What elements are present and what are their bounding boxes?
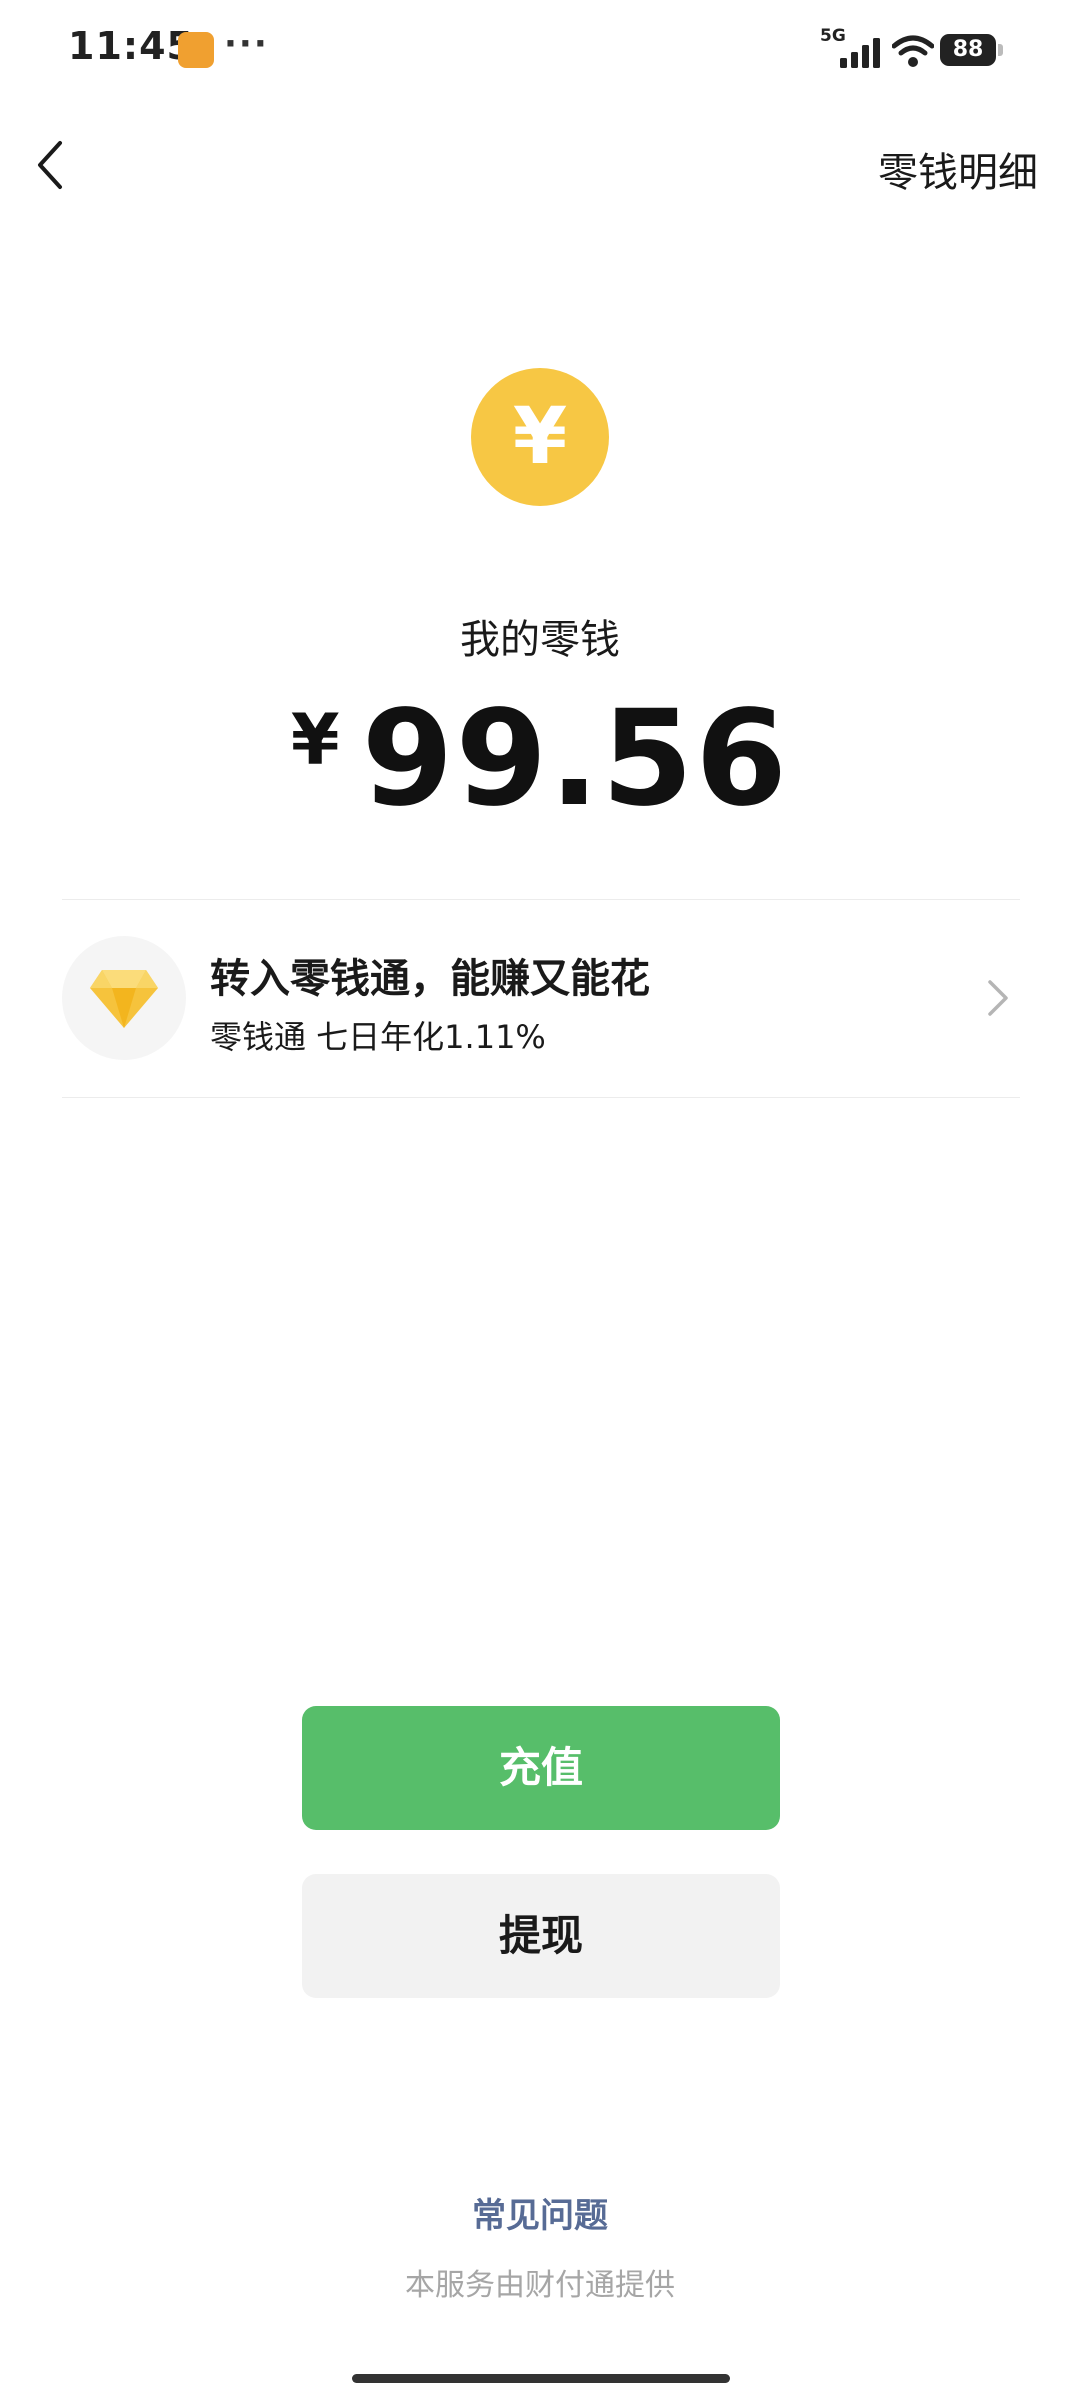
coin-icon: ¥: [471, 368, 609, 506]
promo-title: 转入零钱通，能赚又能花: [210, 956, 650, 1002]
promo-subtitle: 零钱通 七日年化1.11%: [210, 1018, 546, 1056]
service-provider-note: 本服务由财付通提供: [405, 2268, 675, 2303]
faq-link[interactable]: 常见问题: [0, 2188, 1080, 2237]
status-indicators: 5G 88: [820, 26, 1010, 72]
wallet-label: 我的零钱: [460, 617, 620, 663]
signal-icon: [840, 38, 880, 68]
home-indicator[interactable]: [352, 2374, 730, 2383]
app-notification-icon: [178, 32, 214, 68]
wifi-icon: [892, 35, 934, 67]
currency-symbol: ¥: [290, 699, 340, 781]
recharge-button[interactable]: 充值: [302, 1706, 780, 1830]
diamond-icon: [90, 970, 158, 1028]
diamond-icon-badge: [62, 936, 186, 1060]
battery-icon: 88: [940, 34, 996, 66]
ellipsis-icon: ···: [224, 24, 269, 64]
status-time: 11:45: [68, 24, 194, 68]
battery-tip: [998, 44, 1003, 56]
chevron-right-icon: [988, 980, 1008, 1016]
balance-value: 99.56: [361, 682, 790, 836]
lingqiantong-promo-row[interactable]: 转入零钱通，能赚又能花 零钱通 七日年化1.11%: [62, 900, 1020, 1096]
wallet-balance-screen: 11:45 ··· 5G 88 零钱明细 ¥ 我的零钱 ¥ 99.56 转入零钱…: [0, 0, 1080, 2400]
balance-amount: ¥99.56: [0, 682, 1080, 836]
withdraw-button[interactable]: 提现: [302, 1874, 780, 1998]
chevron-left-icon: [38, 141, 62, 189]
back-button[interactable]: [30, 135, 70, 195]
status-bar: 11:45 ··· 5G 88: [0, 0, 1080, 100]
divider: [62, 1097, 1020, 1098]
balance-details-link[interactable]: 零钱明细: [878, 140, 1038, 198]
